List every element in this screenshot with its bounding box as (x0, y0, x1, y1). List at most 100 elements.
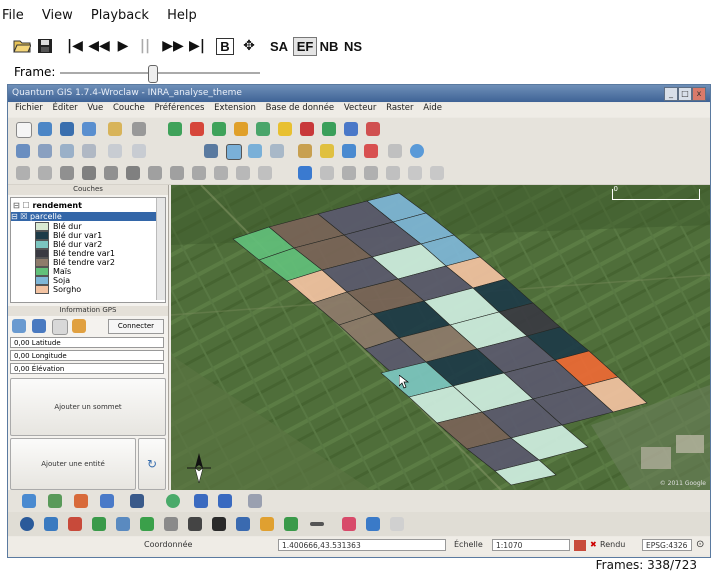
measure-icon[interactable] (298, 166, 312, 180)
tool-icon[interactable] (188, 517, 202, 531)
tool-icon[interactable] (284, 517, 298, 531)
tool-icon[interactable] (342, 517, 356, 531)
add-vertex-button[interactable]: Ajouter un sommet (10, 378, 166, 436)
render-check-icon[interactable]: ✖ (590, 540, 597, 549)
print-icon[interactable] (132, 122, 146, 136)
reset-feature-icon[interactable]: ↻ (138, 438, 166, 490)
open-folder-icon[interactable] (12, 36, 32, 56)
annotation-icon[interactable] (320, 166, 334, 180)
zoom-out-icon[interactable] (248, 144, 262, 158)
node-tool-icon[interactable] (38, 144, 52, 158)
longitude-field[interactable]: 0,00 Longitude (10, 350, 164, 361)
zoom-selection-icon[interactable] (298, 144, 312, 158)
qmenu-vecteur[interactable]: Vecteur (344, 103, 377, 113)
add-feature-button[interactable]: Ajouter une entité (10, 438, 136, 490)
add-gps-icon[interactable] (344, 122, 358, 136)
zoom-full-icon[interactable] (270, 144, 284, 158)
close-icon[interactable]: x (692, 87, 706, 101)
add-delimited-icon[interactable] (322, 122, 336, 136)
plugin-more-icon[interactable] (248, 494, 262, 508)
new-project-icon[interactable] (16, 122, 32, 138)
elevation-field[interactable]: 0,00 Élévation (10, 363, 164, 374)
latitude-field[interactable]: 0,00 Latitude (10, 337, 164, 348)
remove-layer-icon[interactable] (366, 122, 380, 136)
redo-icon[interactable] (38, 166, 52, 180)
label-icon[interactable] (386, 166, 400, 180)
layer-parcelle[interactable]: ⊟ ☒ parcelle (11, 212, 159, 221)
tool-icon[interactable] (164, 517, 178, 531)
pause-icon[interactable]: || (138, 36, 152, 56)
python-icon[interactable] (430, 166, 444, 180)
rotate-icon[interactable] (214, 166, 228, 180)
open-project-icon[interactable] (38, 122, 52, 136)
save-as-icon[interactable] (82, 122, 96, 136)
add-ring-icon[interactable] (60, 166, 74, 180)
gps-connect-button[interactable]: Connecter (108, 319, 164, 334)
tool-icon[interactable] (92, 517, 106, 531)
qmenu-preferences[interactable]: Préférences (154, 103, 204, 113)
add-wfs-icon[interactable] (278, 122, 292, 136)
map-tips-icon[interactable] (166, 494, 180, 508)
zoom-last-icon[interactable] (342, 144, 356, 158)
crs-globe-icon[interactable]: ⊙ (696, 539, 704, 550)
capture-line-icon[interactable] (60, 144, 74, 158)
tool-icon[interactable] (212, 517, 226, 531)
tool-icon[interactable] (366, 517, 380, 531)
menu-file[interactable]: File (2, 8, 24, 23)
merge-icon[interactable] (192, 166, 206, 180)
zoom-next-icon[interactable] (364, 144, 378, 158)
tool-icon[interactable] (140, 517, 154, 531)
minimize-icon[interactable]: _ (664, 87, 678, 101)
layers-scrollbar[interactable] (156, 198, 165, 300)
skip-end-icon[interactable]: ▶| (188, 36, 206, 56)
plugin-sql-icon[interactable] (218, 494, 232, 508)
plugin-db-icon[interactable] (194, 494, 208, 508)
split-icon[interactable] (170, 166, 184, 180)
nb-button[interactable]: NB (318, 36, 340, 56)
attribute-table-icon[interactable] (100, 494, 114, 508)
capture-polygon-icon[interactable] (82, 144, 96, 158)
coordinate-field[interactable]: 1.400666,43.531363 (278, 539, 446, 551)
ef-button[interactable]: EF (293, 37, 317, 56)
plugin-analysis-icon[interactable] (74, 494, 88, 508)
tool-icon[interactable] (44, 517, 58, 531)
add-raster-icon[interactable] (190, 122, 204, 136)
qmenu-extension[interactable]: Extension (214, 103, 256, 113)
field-calculator-icon[interactable] (130, 494, 144, 508)
move-icon[interactable]: ✥ (240, 36, 258, 56)
add-wms-icon[interactable] (256, 122, 270, 136)
delete-ring-icon[interactable] (104, 166, 118, 180)
qmenu-aide[interactable]: Aide (423, 103, 442, 113)
menu-view[interactable]: View (42, 8, 73, 23)
fast-forward-icon[interactable]: ▶▶ (162, 36, 184, 56)
copy-icon[interactable] (132, 144, 146, 158)
tip-icon[interactable] (408, 166, 422, 180)
qmenu-couche[interactable]: Couche (113, 103, 145, 113)
plugin-gps-icon[interactable] (22, 494, 36, 508)
layer-group-rendement[interactable]: ⊟ ☐ rendement (13, 201, 82, 210)
maximize-icon[interactable]: □ (678, 87, 692, 101)
qmenu-fichier[interactable]: Fichier (15, 103, 43, 113)
reshape-icon[interactable] (148, 166, 162, 180)
tool-icon[interactable] (260, 517, 274, 531)
ns-button[interactable]: NS (342, 36, 364, 56)
menu-playback[interactable]: Playback (91, 8, 149, 23)
menu-help[interactable]: Help (167, 8, 197, 23)
digitize-icon[interactable] (16, 144, 30, 158)
cut-icon[interactable] (108, 144, 122, 158)
refresh-icon[interactable] (388, 144, 402, 158)
offset-icon[interactable] (258, 166, 272, 180)
plugin-grass-icon[interactable] (48, 494, 62, 508)
add-vector-icon[interactable] (168, 122, 182, 136)
gps-position-icon[interactable] (12, 319, 26, 333)
tool-icon[interactable] (68, 517, 82, 531)
qmenu-base-de-donnee[interactable]: Base de donnée (266, 103, 335, 113)
tool-icon[interactable] (116, 517, 130, 531)
zoom-layer-icon[interactable] (320, 144, 334, 158)
tool-icon[interactable] (310, 522, 324, 526)
move-feature-icon[interactable] (342, 166, 356, 180)
skip-start-icon[interactable]: |◀ (66, 36, 84, 56)
qmenu-editer[interactable]: Éditer (52, 103, 77, 113)
undo-icon[interactable] (16, 166, 30, 180)
save-project-icon[interactable] (60, 122, 74, 136)
